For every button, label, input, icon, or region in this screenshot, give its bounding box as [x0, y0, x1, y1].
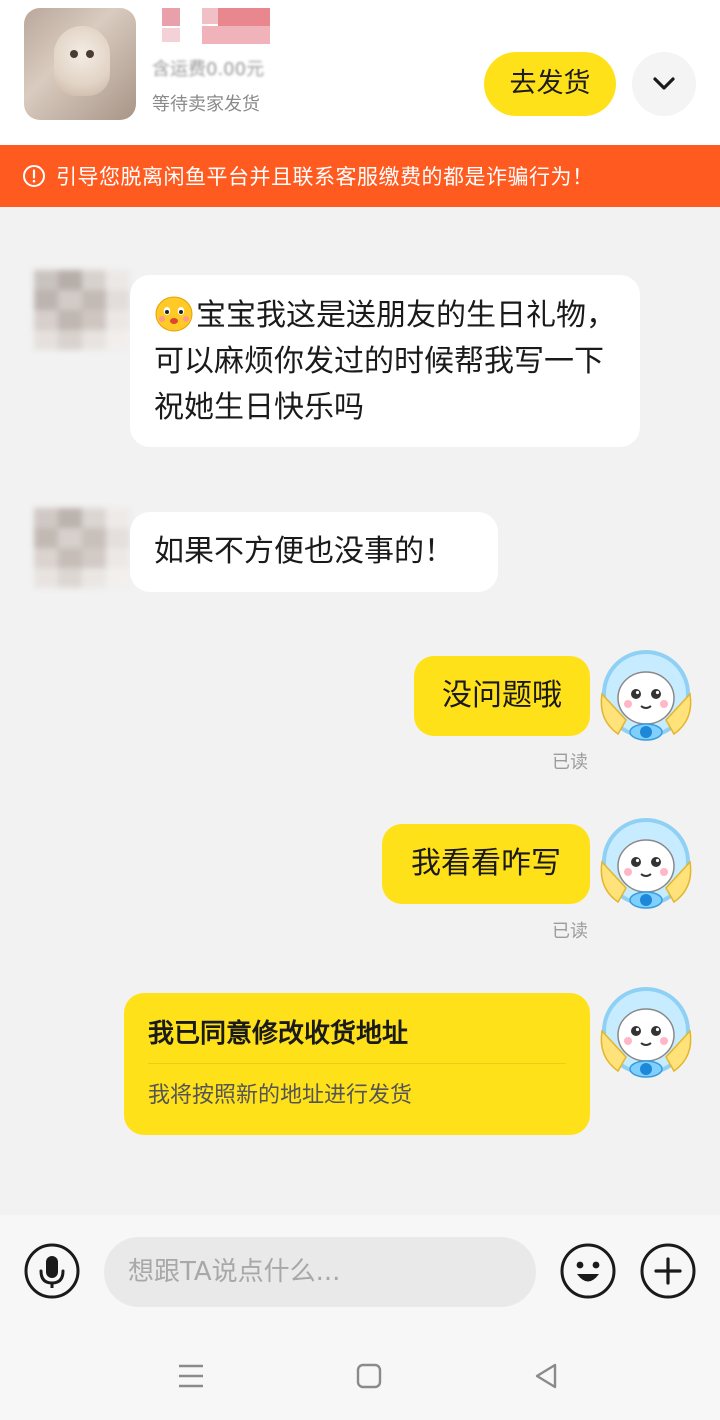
incoming-message[interactable]: 如果不方便也没事的！	[130, 512, 498, 592]
home-square-icon	[356, 1363, 382, 1389]
microphone-icon	[24, 1243, 80, 1299]
my-avatar[interactable]	[596, 650, 696, 750]
blushing-face-emoji	[155, 296, 193, 332]
nav-back-button[interactable]	[526, 1358, 566, 1394]
product-photo	[54, 26, 110, 96]
address-change-card[interactable]: 我已同意修改收货地址 我将按照新的地址进行发货	[124, 993, 590, 1135]
message-text: 宝宝我这是送朋友的生日礼物，可以麻烦你发过的时候帮我写一下祝她生日快乐吗	[154, 298, 616, 425]
back-triangle-icon	[535, 1363, 557, 1389]
my-avatar[interactable]	[596, 987, 696, 1087]
outgoing-message[interactable]: 我看看咋写	[382, 824, 590, 904]
card-divider	[148, 1063, 566, 1064]
shipping-fee: 含运费0.00元	[152, 59, 265, 80]
order-header: 含运费0.00元 等待卖家发货 去发货	[0, 0, 720, 145]
my-avatar[interactable]	[596, 818, 696, 918]
plus-icon	[640, 1243, 696, 1299]
message-input[interactable]	[104, 1237, 536, 1307]
system-nav-bar	[0, 1330, 720, 1420]
nav-menu-button[interactable]	[171, 1358, 211, 1394]
alert-circle-icon	[22, 164, 46, 188]
message-input-bar	[0, 1215, 720, 1330]
emoji-button[interactable]	[560, 1243, 616, 1299]
read-receipt: 已读	[552, 752, 588, 773]
card-subtitle: 我将按照新的地址进行发货	[148, 1083, 413, 1108]
menu-icon	[179, 1364, 203, 1388]
expand-button[interactable]	[632, 52, 696, 116]
scam-warning-banner: 引导您脱离闲鱼平台并且联系客服缴费的都是诈骗行为！	[0, 145, 720, 207]
sender-avatar[interactable]	[34, 270, 130, 350]
product-title-redacted	[150, 6, 290, 46]
outgoing-message[interactable]: 没问题哦	[414, 656, 590, 736]
voice-button[interactable]	[24, 1243, 80, 1299]
chevron-down-icon	[653, 77, 675, 90]
smiley-icon	[560, 1243, 616, 1299]
ship-button[interactable]: 去发货	[484, 52, 616, 116]
order-status: 等待卖家发货	[152, 94, 260, 115]
incoming-message[interactable]: 宝宝我这是送朋友的生日礼物，可以麻烦你发过的时候帮我写一下祝她生日快乐吗	[130, 275, 640, 447]
warning-text: 引导您脱离闲鱼平台并且联系客服缴费的都是诈骗行为！	[56, 165, 594, 189]
nav-home-button[interactable]	[349, 1358, 389, 1394]
product-thumbnail[interactable]	[24, 8, 136, 120]
more-button[interactable]	[640, 1243, 696, 1299]
sender-avatar[interactable]	[34, 508, 130, 588]
read-receipt: 已读	[552, 921, 588, 942]
card-title: 我已同意修改收货地址	[148, 1019, 409, 1049]
